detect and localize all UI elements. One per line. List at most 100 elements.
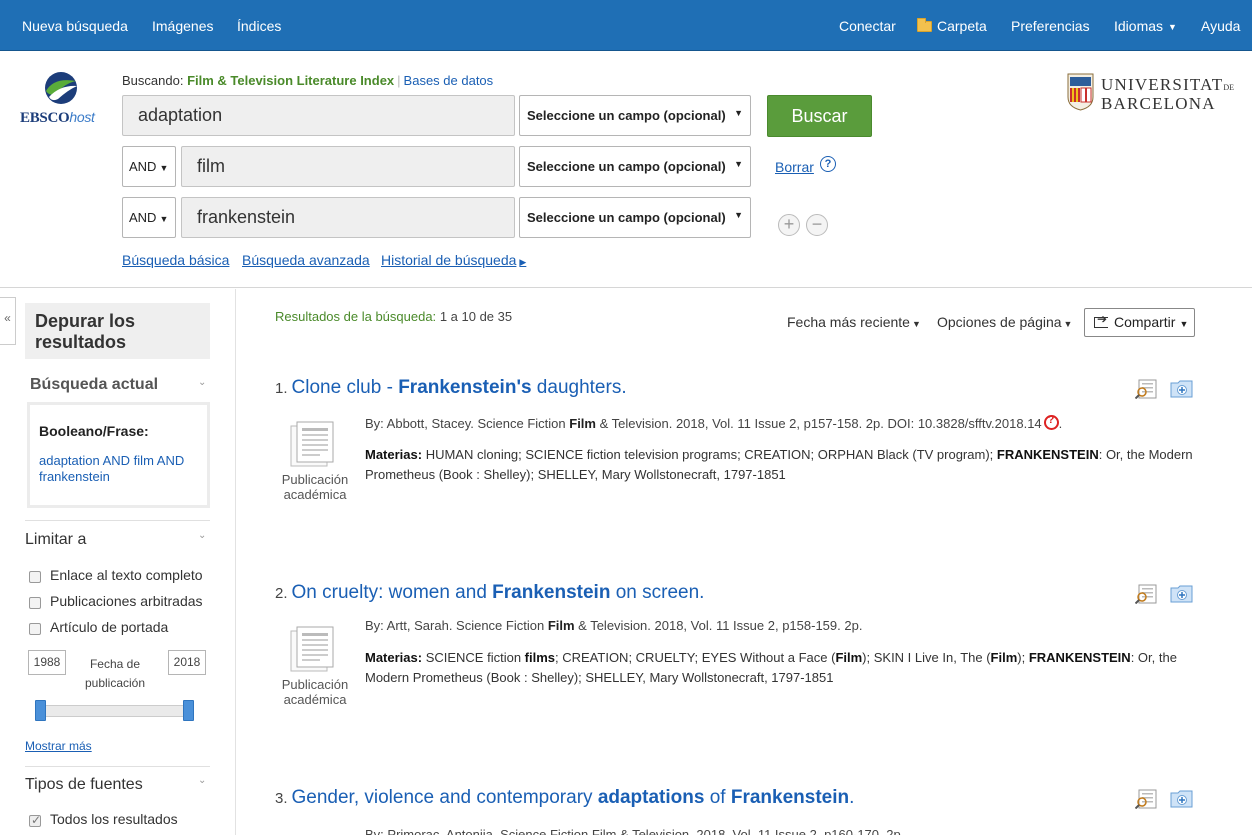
result-citation-3: By: Primorac, Antonija. Science Fiction … <box>365 827 905 835</box>
field-select-2[interactable]: Seleccione un campo (opcional) ▼ <box>519 146 751 187</box>
field-select-3[interactable]: Seleccione un campo (opcional) ▼ <box>519 197 751 238</box>
add-to-folder-icon[interactable] <box>1170 379 1193 398</box>
result-type-1: Publicación académica <box>281 472 349 502</box>
chevron-down-icon[interactable]: ⌄ <box>198 377 206 388</box>
chevron-down-icon: ▼ <box>734 108 743 118</box>
all-results-label[interactable]: Todos los resultados <box>50 811 178 827</box>
results-summary-range: 1 a 10 de 35 <box>439 309 513 324</box>
page-options-dropdown[interactable]: Opciones de página ▼ <box>937 314 1072 330</box>
nav-indexes[interactable]: Índices <box>237 18 281 34</box>
cover-story-label[interactable]: Artículo de portada <box>50 619 168 635</box>
share-button[interactable]: Compartir▼ <box>1084 308 1195 337</box>
preview-magnifier-icon[interactable] <box>1135 379 1157 399</box>
sort-dropdown-label: Fecha más reciente <box>787 314 910 330</box>
result-number: 3. <box>275 790 288 807</box>
preview-magnifier-icon[interactable] <box>1135 584 1157 604</box>
fulltext-checkbox[interactable] <box>29 571 41 583</box>
chevron-down-icon[interactable]: ⌄ <box>198 775 206 786</box>
result-citation-2: By: Artt, Sarah. Science Fiction Film & … <box>365 618 863 633</box>
results-summary-label: Resultados de la búsqueda: <box>275 309 437 324</box>
date-slider-max-handle[interactable] <box>183 700 194 721</box>
add-row-icon[interactable]: + <box>778 214 800 236</box>
result-title-3[interactable]: 3. Gender, violence and contemporary adap… <box>275 787 854 809</box>
advanced-search-link[interactable]: Búsqueda avanzada <box>242 252 370 268</box>
nav-new-search[interactable]: Nueva búsqueda <box>22 18 128 34</box>
fulltext-label[interactable]: Enlace al texto completo <box>50 567 203 583</box>
basic-search-link[interactable]: Búsqueda básica <box>122 252 229 268</box>
limit-to-title[interactable]: Limitar a <box>25 531 86 549</box>
chevron-down-icon: ▼ <box>734 210 743 220</box>
result-title-2[interactable]: 2. On cruelty: women and Frankenstein on … <box>275 582 704 604</box>
add-to-folder-icon[interactable] <box>1170 789 1193 808</box>
all-results-checkbox[interactable] <box>29 813 41 827</box>
publication-date-label: Fecha de publicación <box>84 657 146 690</box>
year-from-input[interactable]: 1988 <box>28 650 66 675</box>
search-history-label: Historial de búsqueda <box>381 252 517 268</box>
clear-button[interactable]: Borrar <box>775 159 814 175</box>
field-select-1[interactable]: Seleccione un campo (opcional) ▼ <box>519 95 751 136</box>
chevron-down-icon: ▼ <box>1179 319 1189 329</box>
divider <box>25 520 210 521</box>
chevron-down-icon: ▼ <box>911 319 921 329</box>
field-select-1-value: Seleccione un campo (opcional) <box>527 108 726 123</box>
source-types-title[interactable]: Tipos de fuentes <box>25 776 143 794</box>
help-icon[interactable]: ? <box>820 156 836 172</box>
chevron-down-icon: ▼ <box>734 159 743 169</box>
ebsco-logo[interactable]: EBSCOhost <box>20 71 104 131</box>
searching-label: Buscando: <box>122 73 184 88</box>
result-item-1: 1. Clone club - Frankenstein's daughters.… <box>275 377 1220 517</box>
databases-link[interactable]: Bases de datos <box>404 73 494 88</box>
results-summary: Resultados de la búsqueda: 1 a 10 de 35 <box>275 309 512 324</box>
boolean-phrase-value[interactable]: adaptation AND film AND frankenstein <box>39 453 198 485</box>
nav-languages[interactable]: Idiomas ▼ <box>1114 18 1177 34</box>
remove-row-icon[interactable]: − <box>806 214 828 236</box>
chevron-down-icon[interactable]: ⌄ <box>198 530 206 541</box>
ebsco-globe-icon <box>45 72 77 104</box>
search-header: EBSCOhost Buscando: Film & Television Li… <box>0 51 1252 288</box>
share-icon <box>1094 312 1108 328</box>
preview-magnifier-icon[interactable] <box>1135 789 1157 809</box>
search-history-link[interactable]: Historial de búsqueda ▶ <box>381 252 526 268</box>
nav-preferences[interactable]: Preferencias <box>1011 18 1090 34</box>
chevron-right-icon: ▶ <box>519 257 527 267</box>
date-slider-track[interactable] <box>41 705 189 717</box>
boolean-operator-value-3: AND <box>129 210 157 225</box>
result-actions-2 <box>1135 582 1195 606</box>
add-to-folder-icon[interactable] <box>1170 584 1193 603</box>
university-shield-icon <box>1067 73 1094 111</box>
university-name: UNIVERSITATDE BARCELONA <box>1101 75 1235 113</box>
peer-reviewed-checkbox[interactable] <box>29 597 41 609</box>
peer-reviewed-label[interactable]: Publicaciones arbitradas <box>50 593 203 609</box>
doi-link-icon[interactable] <box>1043 414 1059 430</box>
chevron-down-icon: ▼ <box>159 214 169 224</box>
nav-help[interactable]: Ayuda <box>1201 18 1240 34</box>
sort-dropdown[interactable]: Fecha más reciente ▼ <box>787 314 921 330</box>
field-select-3-value: Seleccione un campo (opcional) <box>527 210 726 225</box>
folder-icon <box>917 18 932 32</box>
search-button[interactable]: Buscar <box>767 95 872 137</box>
refine-results-title: Depurar los resultados <box>25 303 210 359</box>
current-search-title[interactable]: Búsqueda actual <box>30 376 158 394</box>
sidebar-divider <box>235 289 236 835</box>
search-input-3[interactable]: frankenstein <box>181 197 515 238</box>
cover-story-checkbox[interactable] <box>29 623 41 635</box>
nav-images[interactable]: Imágenes <box>152 18 213 34</box>
boolean-operator-select-3[interactable]: AND ▼ <box>122 197 176 238</box>
result-subjects-2: Materias: SCIENCE fiction films; CREATIO… <box>365 650 1177 685</box>
result-actions-3 <box>1135 787 1195 811</box>
nav-languages-label: Idiomas <box>1114 18 1164 34</box>
show-more-link[interactable]: Mostrar más <box>25 739 92 753</box>
academic-journal-icon[interactable] <box>287 420 337 470</box>
date-slider-min-handle[interactable] <box>35 700 46 721</box>
collapse-sidebar-button[interactable]: « <box>0 297 16 345</box>
academic-journal-icon[interactable] <box>287 625 337 675</box>
result-title-1[interactable]: 1. Clone club - Frankenstein's daughters. <box>275 377 627 399</box>
nav-sign-in[interactable]: Conectar <box>839 18 896 34</box>
nav-folder[interactable]: Carpeta <box>917 18 987 34</box>
year-to-input[interactable]: 2018 <box>168 650 206 675</box>
search-input-2[interactable]: film <box>181 146 515 187</box>
boolean-operator-select-2[interactable]: AND ▼ <box>122 146 176 187</box>
chevron-down-icon: ▼ <box>159 163 169 173</box>
search-input-1[interactable]: adaptation <box>122 95 515 136</box>
divider <box>25 766 210 767</box>
